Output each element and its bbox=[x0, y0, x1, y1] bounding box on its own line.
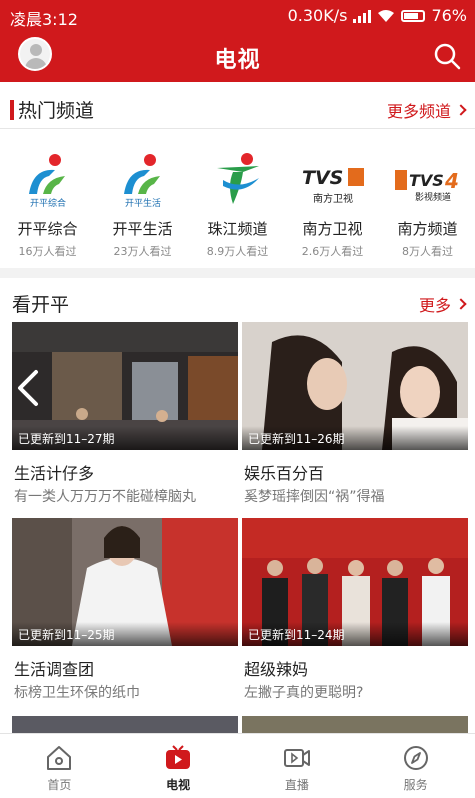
battery-icon bbox=[401, 9, 426, 22]
nav-label: 直播 bbox=[284, 778, 309, 792]
nav-item-live[interactable]: 直播 bbox=[238, 734, 357, 798]
program-title: 超级辣妈 bbox=[244, 660, 309, 679]
wifi-icon bbox=[378, 9, 395, 22]
channel-name: 开平生活 bbox=[112, 220, 173, 238]
more-link[interactable]: 更多 bbox=[418, 292, 467, 316]
channel-name: 南方卫视 bbox=[302, 220, 363, 238]
program-card-partial[interactable] bbox=[12, 716, 238, 733]
chevron-right-icon bbox=[455, 298, 467, 310]
nav-item-service[interactable]: 服务 bbox=[356, 734, 475, 798]
channel-name: 南方频道 bbox=[397, 220, 458, 238]
signal-icon bbox=[353, 9, 372, 23]
divider bbox=[0, 128, 475, 129]
svg-text:开平生活: 开平生活 bbox=[124, 197, 160, 209]
status-bar: 凌晨3:12 0.30K/s 76% bbox=[0, 0, 475, 32]
app-header: 电视 bbox=[0, 32, 475, 82]
program-description: 有一类人万万万不能碰樟脑丸 bbox=[14, 489, 196, 505]
channel-name: 珠江频道 bbox=[207, 220, 268, 238]
channel-name: 开平综合 bbox=[17, 220, 78, 238]
nav-item-tv[interactable]: 电视 bbox=[119, 734, 238, 798]
hot-channels-title: 热门频道 bbox=[18, 100, 95, 122]
channel-views: 23万人看过 bbox=[113, 245, 172, 258]
tvs-logo-icon: TVS 南方卫视 bbox=[302, 167, 364, 205]
battery-level: 76% bbox=[431, 6, 467, 25]
more-channels-link[interactable]: 更多频道 bbox=[386, 98, 467, 122]
kaiping-logo-icon: 开平综合 bbox=[28, 154, 66, 209]
watch-kaiping-title: 看开平 bbox=[12, 294, 70, 316]
network-speed: 0.30K/s bbox=[287, 6, 348, 25]
compass-icon bbox=[403, 746, 428, 770]
program-thumbnail: 已更新到11–24期 bbox=[242, 518, 468, 646]
tvs4-logo-icon: TVS 4 影视频道 bbox=[394, 169, 459, 203]
kaiping-logo-icon: 开平生活 bbox=[123, 154, 161, 209]
channel-views: 8.9万人看过 bbox=[206, 245, 269, 258]
program-card[interactable]: 已更新到11–26期 娱乐百分百 奚梦瑶摔倒因“祸”得福 bbox=[242, 322, 468, 512]
channel-item[interactable]: TVS 4 影视频道 南方频道 8万人看过 bbox=[380, 134, 475, 264]
update-badge: 已更新到11–27期 bbox=[12, 426, 238, 450]
program-thumbnail: 已更新到11–26期 bbox=[242, 322, 468, 450]
more-channels-label: 更多频道 bbox=[386, 102, 451, 121]
home-icon bbox=[47, 746, 72, 770]
svg-text:TVS: TVS bbox=[302, 167, 343, 189]
svg-text:4: 4 bbox=[444, 169, 459, 193]
search-icon[interactable] bbox=[433, 42, 461, 70]
svg-text:开平综合: 开平综合 bbox=[29, 197, 65, 209]
program-title: 娱乐百分百 bbox=[244, 464, 325, 483]
svg-text:TVS: TVS bbox=[409, 171, 444, 190]
channel-views: 8万人看过 bbox=[402, 245, 453, 258]
program-title: 生活调查团 bbox=[14, 660, 95, 679]
program-title: 生活计仔多 bbox=[14, 464, 95, 483]
nav-item-home[interactable]: 首页 bbox=[0, 734, 119, 798]
chevron-left-icon[interactable] bbox=[14, 368, 44, 408]
channel-item[interactable]: 开平生活 开平生活 23万人看过 bbox=[95, 134, 190, 264]
nav-label: 服务 bbox=[403, 778, 428, 792]
update-badge: 已更新到11–25期 bbox=[12, 622, 238, 646]
page-title: 电视 bbox=[214, 48, 261, 73]
svg-text:影视频道: 影视频道 bbox=[414, 191, 450, 203]
section-gap bbox=[0, 268, 475, 278]
program-description: 标榜卫生环保的纸巾 bbox=[14, 685, 140, 701]
program-description: 奚梦瑶摔倒因“祸”得福 bbox=[244, 489, 385, 505]
channel-item[interactable]: TVS 南方卫视 南方卫视 2.6万人看过 bbox=[285, 134, 380, 264]
svg-text:南方卫视: 南方卫视 bbox=[313, 192, 353, 205]
program-card[interactable]: 已更新到11–27期 生活计仔多 有一类人万万万不能碰樟脑丸 bbox=[12, 322, 238, 512]
program-thumbnail: 已更新到11–27期 bbox=[12, 322, 238, 450]
channel-item[interactable]: 珠江频道 8.9万人看过 bbox=[190, 134, 285, 264]
nav-label: 电视 bbox=[166, 778, 191, 792]
program-card[interactable]: 已更新到11–24期 超级辣妈 左撇子真的更聪明? bbox=[242, 518, 468, 708]
channel-item[interactable]: 开平综合 开平综合 16万人看过 bbox=[0, 134, 95, 264]
program-description: 左撇子真的更聪明? bbox=[244, 685, 364, 701]
channel-views: 2.6万人看过 bbox=[301, 245, 364, 258]
program-card[interactable]: 已更新到11–25期 生活调查团 标榜卫生环保的纸巾 bbox=[12, 518, 238, 708]
more-label: 更多 bbox=[418, 296, 451, 315]
tv-icon bbox=[166, 745, 191, 769]
section-accent-bar bbox=[10, 100, 14, 120]
nav-label: 首页 bbox=[47, 778, 72, 792]
status-indicators: 0.30K/s 76% bbox=[288, 6, 467, 25]
channel-views: 16万人看过 bbox=[18, 245, 77, 258]
program-card-partial[interactable] bbox=[242, 716, 468, 733]
program-thumbnail: 已更新到11–25期 bbox=[12, 518, 238, 646]
bottom-navigation: 首页 电视 直播 服务 bbox=[0, 733, 475, 798]
pearl-river-logo-icon bbox=[216, 153, 259, 204]
status-time: 凌晨3:12 bbox=[10, 10, 78, 29]
live-video-icon bbox=[283, 749, 310, 767]
update-badge: 已更新到11–24期 bbox=[242, 622, 468, 646]
hot-channels-list: 开平综合 开平综合 16万人看过 开平生活 开平生活 23万人看过 珠江频道 8… bbox=[0, 134, 475, 264]
hot-channels-header: 热门频道 更多频道 bbox=[0, 88, 475, 128]
watch-kaiping-header: 看开平 更多 bbox=[0, 282, 475, 322]
chevron-right-icon bbox=[455, 104, 467, 116]
update-badge: 已更新到11–26期 bbox=[242, 426, 468, 450]
